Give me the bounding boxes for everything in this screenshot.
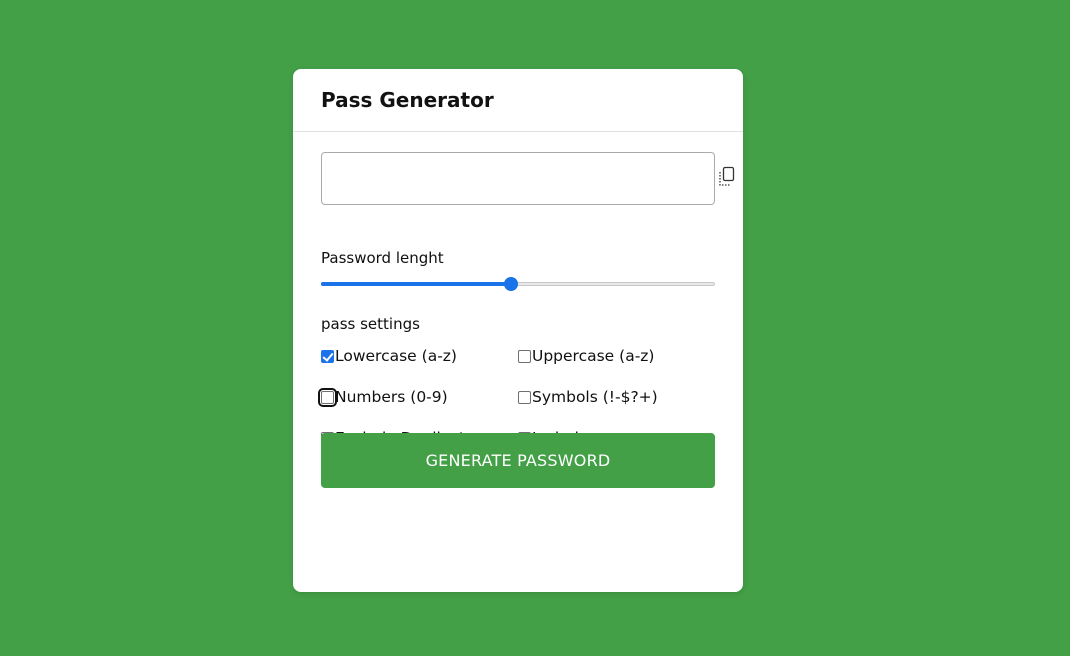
option-uppercase[interactable]: Uppercase (a-z) [518, 346, 715, 366]
numbers-checkbox[interactable] [318, 387, 337, 407]
slider-thumb[interactable] [503, 277, 518, 291]
lowercase-checkbox[interactable] [321, 349, 334, 363]
pass-settings-label: pass settings [321, 315, 420, 333]
page-title: Pass Generator [321, 88, 494, 112]
uppercase-checkbox[interactable] [518, 349, 531, 363]
option-symbols[interactable]: Symbols (!-$?+) [518, 387, 715, 407]
option-label: Lowercase (a-z) [335, 347, 457, 365]
option-label: Symbols (!-$?+) [532, 388, 658, 406]
card-header: Pass Generator [293, 69, 743, 132]
generate-password-button[interactable]: GENERATE PASSWORD [321, 433, 715, 488]
option-numbers[interactable]: Numbers (0-9) [318, 387, 518, 407]
symbols-checkbox[interactable] [518, 390, 531, 404]
password-length-label: Password lenght [321, 249, 444, 267]
option-lowercase[interactable]: Lowercase (a-z) [321, 346, 518, 366]
copy-icon[interactable] [717, 166, 737, 188]
password-generator-card: Pass Generator Password lenght pass sett… [293, 69, 743, 592]
password-length-slider[interactable] [321, 276, 715, 292]
card-body: Password lenght pass settings Lowercase … [293, 132, 743, 448]
output-row [321, 152, 735, 205]
option-label: Numbers (0-9) [335, 388, 448, 406]
password-output-field[interactable] [321, 152, 715, 205]
slider-fill [321, 282, 511, 286]
option-label: Uppercase (a-z) [532, 347, 655, 365]
